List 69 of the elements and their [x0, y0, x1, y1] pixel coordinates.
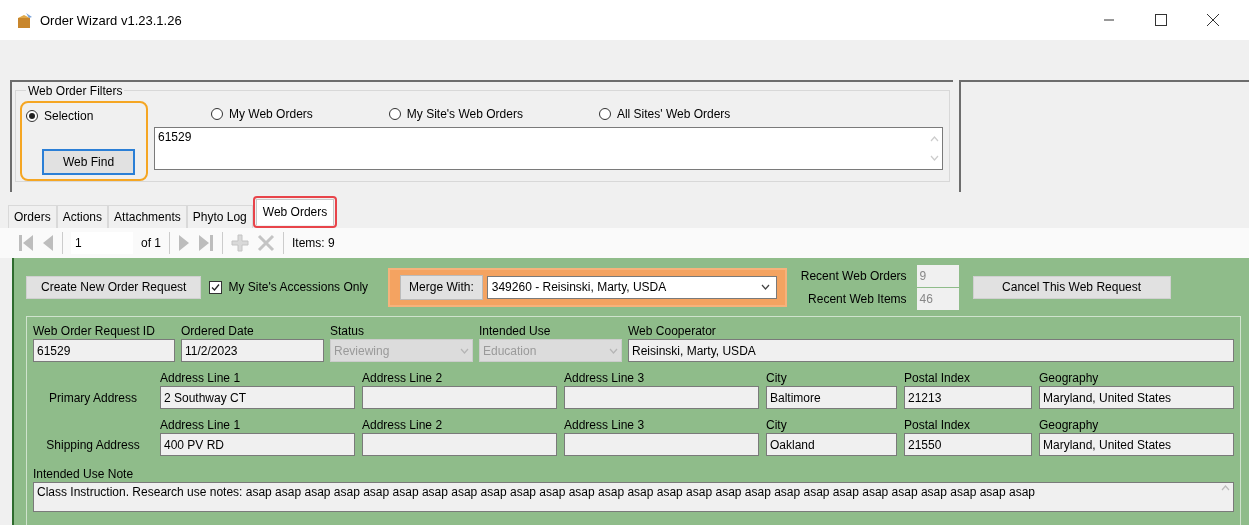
note-text: Class Instruction. Research use notes: asap asap asap asap asap asap asap asap asap asap asap asap asap asap asap asap asap asap asap asap asap asap asap asap asap asap asap [37, 485, 1036, 501]
text-field[interactable]: 400 PV RD [160, 433, 355, 456]
field-label: Ordered Date [181, 323, 255, 339]
page-count: of 1 [141, 236, 161, 250]
tab[interactable]: Orders [8, 205, 57, 228]
field-label: Address Line 3 [564, 417, 646, 433]
field-label: Web Order Request ID [33, 323, 156, 339]
text-field[interactable]: 2 Southway CT [160, 386, 355, 409]
radio-option[interactable]: Selection [26, 109, 142, 123]
selection-text: 61529 [158, 130, 192, 146]
field-label: Status [330, 323, 366, 339]
tab[interactable]: Web Orders [255, 199, 335, 225]
address-label: Primary Address [48, 389, 138, 407]
field-label: Address Line 3 [564, 370, 646, 386]
note-field[interactable]: Class Instruction. Research use notes: asap asap asap asap asap asap asap asap asap asap asap asap asap asap asap asap asap asap asap asap asap asap asap asap asap asap asap [33, 482, 1234, 512]
field-label: Postal Index [904, 417, 972, 433]
text-field[interactable]: 21213 [904, 386, 1032, 409]
text-field[interactable] [564, 386, 759, 409]
text-field[interactable]: Maryland, United States [1039, 386, 1234, 409]
tab[interactable]: Attachments [108, 205, 187, 228]
site-checkbox-option[interactable]: My Site's Accessions Only [209, 280, 369, 294]
text-field[interactable] [564, 433, 759, 456]
cancel-request-button[interactable]: Cancel This Web Request [972, 275, 1171, 299]
text-field[interactable]: 61529 [33, 339, 175, 362]
recent-label: Recent Web Orders [800, 268, 907, 283]
text-field[interactable]: Reisinski, Marty, USDA [628, 339, 1234, 362]
text-field[interactable] [362, 386, 557, 409]
field-label: Address Line 2 [362, 370, 444, 386]
text-field[interactable] [362, 433, 557, 456]
recent-label: Recent Web Items [808, 291, 907, 306]
window-title: Order Wizard v1.23.1.26 [40, 12, 182, 28]
text-field[interactable]: 11/2/2023 [181, 339, 324, 362]
create-request-button[interactable]: Create New Order Request [26, 275, 202, 299]
item-count: Items: 9 [292, 236, 335, 250]
chevron-down-icon[interactable] [760, 284, 770, 290]
box-icon [16, 11, 34, 29]
position-field[interactable]: 1 [71, 232, 133, 254]
text-field[interactable]: Oakland [766, 433, 897, 456]
address-label: Shipping Address [45, 436, 141, 454]
radio-button[interactable] [388, 108, 401, 120]
field-label: Address Line 2 [362, 417, 444, 433]
tab[interactable]: Phyto Log [186, 205, 253, 228]
field-label: City [766, 370, 788, 386]
field-label: Address Line 1 [160, 417, 242, 433]
radio-option[interactable]: All Sites' Web Orders [598, 107, 731, 121]
tab[interactable]: Actions [56, 205, 109, 228]
field-label: Intended Use Note [33, 466, 135, 482]
field-label: Web Cooperator [628, 323, 717, 339]
merge-dropdown[interactable]: 349260 - Reisinski, Marty, USDA [486, 275, 777, 299]
web-find-button[interactable]: Web Find [42, 149, 135, 175]
radio-button[interactable] [598, 108, 611, 120]
radio-option[interactable]: My Web Orders [211, 107, 313, 121]
checkbox[interactable] [209, 280, 223, 294]
field-label: Geography [1039, 370, 1100, 386]
merge-label: Merge With: [400, 274, 483, 300]
field-label: City [766, 417, 788, 433]
radio-button[interactable] [211, 108, 223, 120]
field-label: Intended Use [479, 323, 552, 339]
text-field[interactable]: 21550 [904, 433, 1032, 456]
group-title: Web Order Filters [26, 84, 125, 98]
radio-option[interactable]: My Site's Web Orders [388, 107, 523, 121]
field-label: Address Line 1 [160, 370, 242, 386]
field-label: Geography [1039, 417, 1100, 433]
radio-button[interactable] [26, 110, 38, 122]
field-label: Postal Index [904, 370, 972, 386]
recent-value: 46 [916, 287, 959, 310]
text-field[interactable]: Maryland, United States [1039, 433, 1234, 456]
recent-value: 9 [916, 264, 959, 287]
text-field[interactable]: Baltimore [766, 386, 897, 409]
